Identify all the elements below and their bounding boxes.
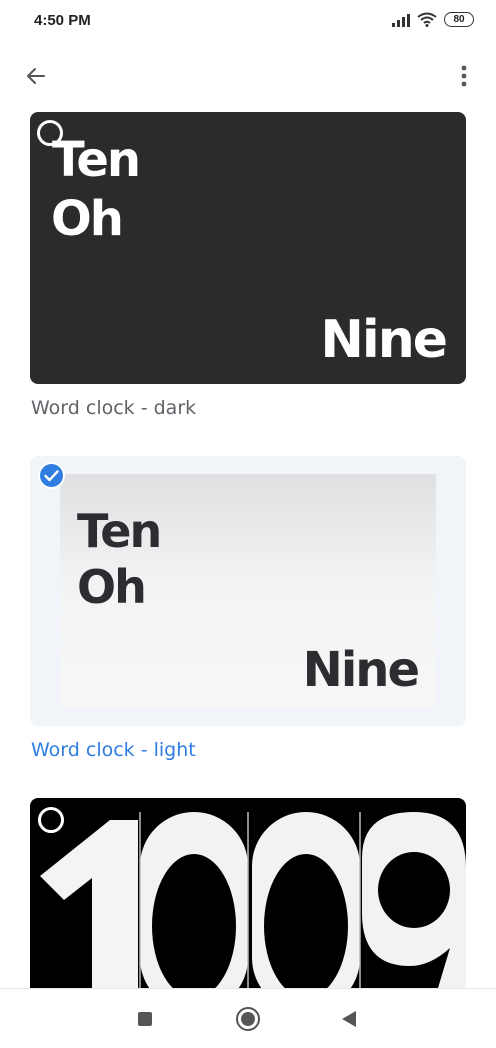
clock-word-minute: Nine — [320, 310, 448, 370]
status-bar: 4:50 PM 80 — [0, 0, 496, 44]
back-button[interactable] — [20, 60, 52, 92]
card-caption-light: Word clock - light — [31, 739, 196, 761]
triangle-back-icon[interactable] — [342, 1011, 356, 1027]
square-icon[interactable] — [138, 1012, 152, 1026]
clock-face-card-light[interactable]: Ten Oh Nine — [30, 456, 466, 726]
system-nav-bar — [0, 988, 496, 1048]
selected-check-icon[interactable] — [38, 462, 65, 489]
clock-preview-light: Ten Oh Nine — [60, 474, 436, 708]
clock-word-oh: Oh — [51, 191, 124, 247]
status-time: 4:50 PM — [34, 12, 91, 29]
battery-icon: 80 — [444, 12, 474, 27]
circle-icon[interactable] — [236, 1007, 260, 1031]
battery-level: 80 — [453, 14, 465, 25]
more-vert-icon — [461, 65, 467, 87]
signal-icon — [392, 13, 410, 27]
clock-word-minute: Nine — [302, 642, 420, 698]
clock-word-hour: Ten — [77, 504, 162, 558]
clock-face-card-dark[interactable]: Ten Oh Nine — [30, 112, 466, 384]
clock-word-hour: Ten — [52, 132, 141, 188]
arrow-left-icon — [27, 68, 45, 84]
radio-unselected-icon[interactable] — [38, 807, 64, 833]
more-options-button[interactable] — [448, 60, 480, 92]
clock-digits-art — [40, 812, 466, 998]
wifi-icon — [417, 12, 437, 27]
card-caption-dark: Word clock - dark — [31, 397, 197, 419]
status-icons: 80 — [392, 12, 474, 27]
screen: 4:50 PM 80 Ten Oh Nine Word clock - dark… — [0, 0, 496, 1048]
clock-word-oh: Oh — [77, 560, 147, 614]
clock-face-card-digits[interactable]: 1009 — [30, 798, 466, 998]
